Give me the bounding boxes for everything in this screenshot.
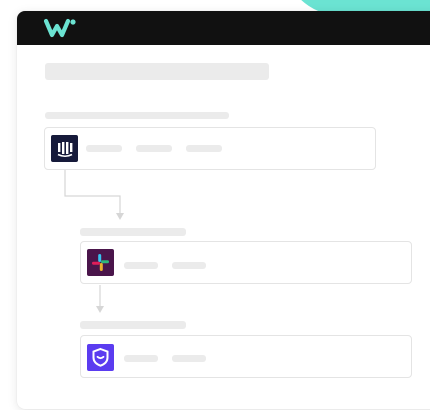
page-title-placeholder: [45, 63, 269, 80]
step-3-text-placeholder-a: [124, 355, 158, 362]
step-1-text-placeholder-a: [86, 145, 122, 152]
slack-logo-icon: [87, 249, 114, 276]
app-window: [17, 11, 430, 409]
step-2-text-placeholder-a: [124, 262, 158, 269]
workflow-illustration: [0, 0, 430, 410]
step-2-card[interactable]: [80, 241, 412, 284]
title-bar: [17, 11, 430, 45]
step-2-text-placeholder-b: [172, 262, 206, 269]
w-logo-icon: [43, 18, 76, 38]
shield-logo-icon: [87, 344, 114, 371]
step-3-card[interactable]: [80, 335, 412, 378]
step-1-text-placeholder-b: [136, 145, 172, 152]
step-1-text-placeholder-c: [186, 145, 222, 152]
step-2-label-placeholder: [80, 228, 186, 236]
step-1-label-placeholder: [45, 112, 229, 119]
intercom-logo-icon: [51, 135, 78, 162]
step-3-label-placeholder: [80, 321, 186, 329]
step-3-text-placeholder-b: [172, 355, 206, 362]
step-1-card[interactable]: [44, 127, 376, 170]
